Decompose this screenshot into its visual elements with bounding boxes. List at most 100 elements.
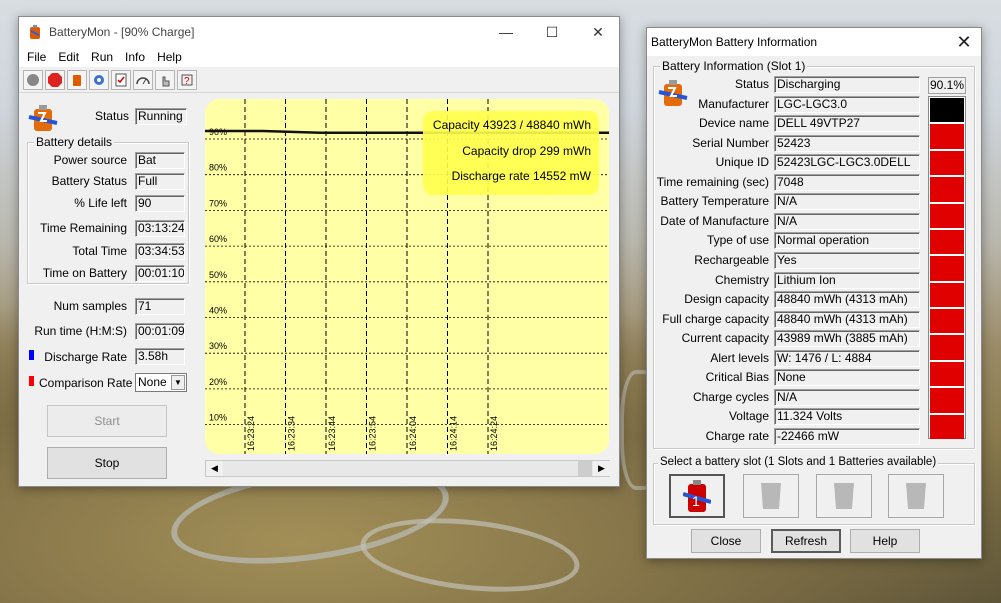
chart-horizontal-scrollbar[interactable]: ◀ ▶ (205, 460, 610, 477)
start-button[interactable]: Start (47, 405, 167, 437)
time-remaining-value: 03:13:24 (135, 220, 185, 237)
y-tick-label: 50% (209, 270, 227, 280)
info-row-value: Yes (774, 251, 920, 269)
gauge-button[interactable] (133, 69, 153, 90)
info-row-value: 43989 mWh (3885 mAh) (774, 330, 920, 348)
info-row-label: Voltage (728, 409, 769, 424)
info-row-label: Type of use (706, 233, 769, 248)
charge-level-gauge (928, 96, 966, 439)
battery-slot-4[interactable] (888, 474, 944, 518)
run-time-label: Run time (H:M:S) (34, 324, 127, 338)
info-row-label: Charge rate (705, 428, 769, 443)
gauge-segment (930, 388, 964, 413)
battery-info-button[interactable] (67, 69, 87, 90)
menu-bar: File Edit Run Info Help (19, 47, 619, 67)
minimize-button[interactable]: — (483, 17, 529, 47)
scroll-left-icon[interactable]: ◀ (206, 461, 223, 476)
info-close-icon[interactable]: ✕ (947, 28, 981, 56)
battery-slot-1[interactable]: 1 (669, 474, 725, 518)
info-row-label: Manufacturer (698, 96, 769, 111)
info-row-label: Unique ID (715, 155, 769, 170)
x-tick-label: 16:24:14 (449, 416, 459, 451)
battery-app-icon (30, 25, 40, 39)
info-row-value: W: 1476 / L: 4884 (774, 349, 920, 367)
gauge-segment (930, 309, 964, 334)
info-row-value: N/A (774, 193, 920, 211)
close-button[interactable]: ✕ (575, 17, 621, 47)
info-window-title: BatteryMon Battery Information (651, 35, 818, 49)
info-row-value: 7048 (774, 173, 920, 191)
settings-button[interactable] (89, 69, 109, 90)
status-value: Running (135, 108, 187, 125)
gauge-segment (930, 361, 964, 387)
maximize-button[interactable]: ☐ (529, 17, 575, 47)
charge-percent: 90.1% (928, 77, 966, 94)
comparison-rate-selected: None (138, 375, 167, 389)
stop-sign-icon (48, 72, 62, 87)
comparison-color-swatch (29, 376, 34, 386)
menu-file[interactable]: File (21, 50, 52, 64)
help-button[interactable]: ? (177, 69, 197, 90)
info-row-value: DELL 49VTP27 (774, 115, 920, 133)
num-samples-label: Num samples (53, 299, 127, 313)
battery-icon (73, 74, 81, 86)
info-row-label: Alert levels (710, 350, 769, 365)
x-tick-label: 16:24:04 (408, 416, 418, 451)
group-title: Battery details (34, 135, 115, 149)
title-bar[interactable]: BatteryMon - [90% Charge] — ☐ ✕ (19, 17, 619, 47)
annotation-capacity: Capacity 43923 / 48840 mWh (432, 118, 591, 132)
scrollbar-thumb[interactable] (578, 461, 592, 476)
pointer-button[interactable] (155, 69, 175, 90)
discharge-color-swatch (29, 350, 34, 360)
info-row-label: Time remaining (sec) (656, 174, 769, 189)
y-tick-label: 60% (209, 234, 227, 244)
battery-information-window: BatteryMon Battery Information ✕ Battery… (646, 27, 982, 559)
chevron-down-icon[interactable]: ▼ (171, 375, 185, 390)
toolbar: ? (19, 67, 619, 93)
menu-info[interactable]: Info (119, 50, 151, 64)
total-time-value: 03:34:53 (135, 243, 185, 260)
gauge-segment (930, 335, 964, 360)
info-title-bar[interactable]: BatteryMon Battery Information ✕ (647, 28, 981, 56)
menu-run[interactable]: Run (85, 50, 119, 64)
checklist-button[interactable] (111, 69, 131, 90)
info-row-label: Device name (698, 116, 769, 131)
battery-slot-3[interactable] (816, 474, 872, 518)
stop-toolbar-button[interactable] (45, 69, 65, 90)
info-row-value: 52423LGC-LGC3.0DELL (774, 154, 920, 172)
info-row-value: LGC-LGC3.0 (774, 95, 920, 113)
scroll-right-icon[interactable]: ▶ (593, 461, 610, 476)
gauge-segment (930, 98, 964, 123)
battery-status-value: Full (135, 173, 185, 190)
y-tick-label: 20% (209, 377, 227, 387)
time-on-battery-value: 00:01:10 (135, 265, 185, 282)
info-row-label: Status (734, 77, 769, 91)
battery-slot-2[interactable] (743, 474, 799, 518)
close-button[interactable]: Close (691, 529, 761, 553)
time-on-battery-label: Time on Battery (42, 266, 127, 280)
group-title: Battery Information (Slot 1) (660, 59, 808, 73)
gauge-segment (930, 282, 964, 308)
gauge-segment (930, 203, 964, 228)
gauge-segment (930, 177, 964, 202)
refresh-button[interactable]: Refresh (771, 529, 841, 553)
y-tick-label: 40% (209, 306, 227, 316)
gauge-segment (930, 414, 964, 439)
checklist-icon (115, 73, 127, 86)
help-button[interactable]: Help (850, 529, 920, 553)
info-row-value: N/A (774, 212, 920, 230)
info-row-label: Design capacity (684, 292, 769, 307)
menu-help[interactable]: Help (151, 50, 188, 64)
stop-button[interactable]: Stop (47, 447, 167, 479)
y-tick-label: 70% (209, 198, 227, 208)
comparison-rate-select[interactable]: None ▼ (135, 373, 187, 392)
info-row-label: Battery Temperature (660, 194, 770, 209)
menu-edit[interactable]: Edit (52, 50, 85, 64)
annotation-discharge-rate: Discharge rate 14552 mW (451, 169, 591, 183)
record-button[interactable] (23, 69, 43, 90)
gauge-segment (930, 256, 964, 281)
discharge-rate-label: Discharge Rate (44, 350, 127, 364)
annotation-capacity-drop: Capacity drop 299 mWh (462, 144, 591, 158)
info-row-label: Serial Number (692, 135, 769, 150)
info-row-value: Normal operation (774, 232, 920, 250)
